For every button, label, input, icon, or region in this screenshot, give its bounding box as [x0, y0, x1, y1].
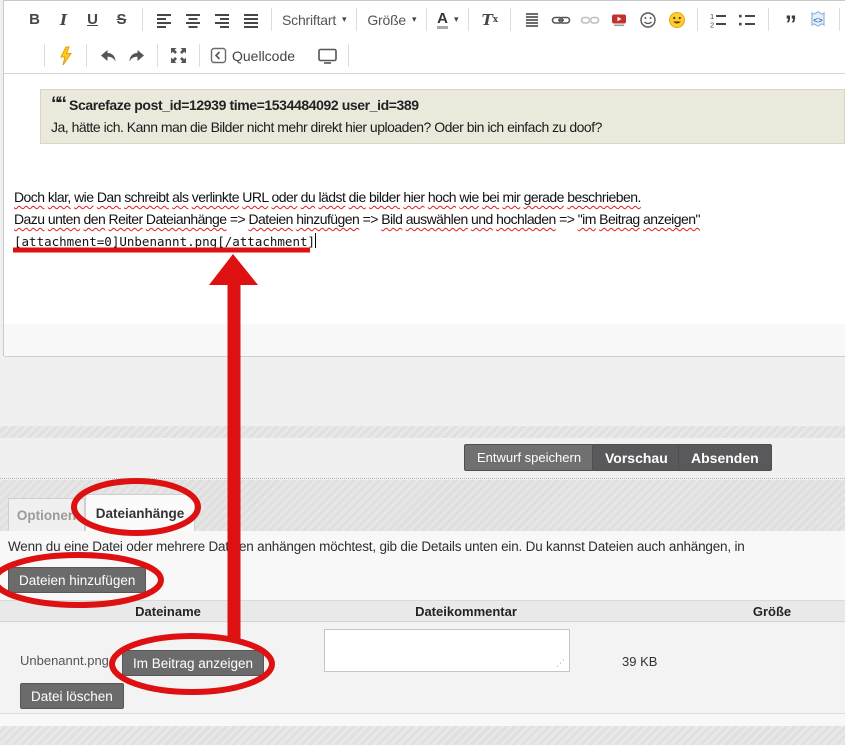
chevron-down-icon: ▾ — [342, 14, 346, 25]
toolbar-row-1: B I U S Schriftart — [4, 1, 845, 38]
svg-text:2: 2 — [710, 20, 714, 29]
underline-button[interactable]: U — [80, 7, 105, 33]
save-draft-button[interactable]: Entwurf speichern — [464, 444, 594, 471]
toolbar-separator — [157, 44, 158, 67]
toolbar-separator — [839, 8, 840, 31]
attachments-description: Wenn du eine Datei oder mehrere Dateien … — [8, 539, 845, 554]
ordered-list-button[interactable]: 12 — [706, 7, 731, 33]
tab-attachments[interactable]: Dateianhänge — [85, 494, 195, 531]
italic-button[interactable]: I — [51, 7, 76, 33]
quote-button[interactable]: ” — [777, 2, 802, 38]
align-center-icon[interactable] — [180, 7, 205, 33]
attachments-table-header: Dateiname Dateikommentar Größe — [0, 600, 845, 622]
chevron-down-icon: ▾ — [454, 14, 459, 25]
toolbar-separator — [510, 8, 511, 31]
size-dropdown-label: Größe — [367, 12, 406, 28]
attachment-filename: Unbenannt.png — [20, 653, 109, 668]
submit-button[interactable]: Absenden — [678, 444, 772, 471]
editor-footer-bar — [4, 324, 845, 357]
insert-link-button[interactable] — [548, 7, 573, 33]
dotted-divider — [0, 478, 845, 479]
remove-format-button[interactable]: Tx — [477, 7, 502, 33]
column-filename: Dateiname — [135, 604, 201, 619]
font-dropdown-label: Schriftart — [282, 12, 336, 28]
svg-text:<>: <> — [814, 16, 824, 25]
remove-link-button[interactable] — [577, 7, 602, 33]
tab-options[interactable]: Optionen — [8, 498, 85, 531]
strikethrough-button[interactable]: S — [109, 7, 134, 33]
rich-text-editor: B I U S Schriftart — [3, 0, 845, 356]
file-comment-input[interactable] — [324, 629, 570, 672]
attachment-row: Unbenannt.png Im Beitrag anzeigen Datei … — [0, 622, 845, 714]
toolbar-separator — [199, 44, 200, 67]
bottom-texture-band — [0, 726, 845, 745]
column-comment: Dateikommentar — [415, 604, 517, 619]
smiley-button[interactable] — [635, 7, 660, 33]
editor-toolbar: B I U S Schriftart — [4, 1, 845, 74]
display-in-post-button[interactable]: Im Beitrag anzeigen — [122, 650, 264, 676]
youtube-button[interactable] — [606, 7, 631, 33]
add-files-button[interactable]: Dateien hinzufügen — [8, 567, 146, 593]
bbcode-button[interactable]: <> — [806, 7, 831, 33]
toolbar-separator — [468, 8, 469, 31]
size-dropdown[interactable]: Größe ▾ — [363, 7, 420, 33]
posting-editor-page: B I U S Schriftart — [0, 0, 845, 745]
attachment-bbcode-line: [attachment=0]Unbenannt.png[/attachment] — [14, 230, 841, 253]
align-left-icon[interactable] — [151, 7, 176, 33]
bold-button[interactable]: B — [22, 7, 47, 33]
attachment-size: 39 KB — [622, 654, 657, 669]
justify-icon[interactable] — [238, 7, 263, 33]
toolbar-separator — [271, 8, 272, 31]
undo-button[interactable] — [95, 43, 120, 69]
text-caret — [315, 233, 316, 248]
column-size: Größe — [753, 604, 791, 619]
quote-header: ““Scarefaze post_id=12939 time=153448409… — [51, 94, 834, 116]
post-line-1: Doch klar, wie Dan schreibt als verlinkt… — [14, 186, 841, 208]
toolbar-separator — [44, 44, 45, 67]
text-color-icon: A — [437, 11, 448, 29]
quote-block: ““Scarefaze post_id=12939 time=153448409… — [40, 89, 845, 144]
lightning-button[interactable] — [53, 43, 78, 69]
editor-content-area[interactable]: ““Scarefaze post_id=12939 time=153448409… — [4, 74, 845, 325]
toolbar-separator — [86, 44, 87, 67]
delete-file-button[interactable]: Datei löschen — [20, 683, 124, 709]
redo-button[interactable] — [124, 43, 149, 69]
toolbar-separator — [768, 8, 769, 31]
toolbar-separator — [697, 8, 698, 31]
maximize-button[interactable] — [166, 43, 191, 69]
source-button-label: Quellcode — [232, 48, 295, 64]
toolbar-separator — [356, 8, 357, 31]
attachments-panel: Wenn du eine Datei oder mehrere Dateien … — [0, 531, 845, 726]
toolbar-separator — [348, 44, 349, 67]
chevron-down-icon: ▾ — [412, 14, 416, 25]
post-text: Doch klar, wie Dan schreibt als verlinkt… — [14, 186, 841, 253]
line-spacing-button[interactable] — [519, 7, 544, 33]
preview-monitor-button[interactable] — [315, 43, 340, 69]
emoji-button[interactable] — [664, 7, 689, 33]
source-button[interactable]: Quellcode — [206, 47, 299, 64]
source-code-icon — [210, 47, 227, 64]
quote-body: Ja, hätte ich. Kann man die Bilder nicht… — [51, 119, 834, 135]
toolbar-separator — [142, 8, 143, 31]
post-line-2: Dazu unten den Reiter Dateianhänge => Da… — [14, 208, 841, 230]
quote-open-icon: ““ — [51, 94, 64, 115]
toolbar-separator — [426, 8, 427, 31]
text-color-button[interactable]: A ▾ — [435, 7, 460, 33]
bullet-list-button[interactable] — [735, 7, 760, 33]
toolbar-row-2: Quellcode — [4, 38, 845, 73]
font-dropdown[interactable]: Schriftart ▾ — [278, 7, 350, 33]
preview-button[interactable]: Vorschau — [592, 444, 681, 471]
divider-texture-band — [0, 426, 845, 438]
align-right-icon[interactable] — [209, 7, 234, 33]
